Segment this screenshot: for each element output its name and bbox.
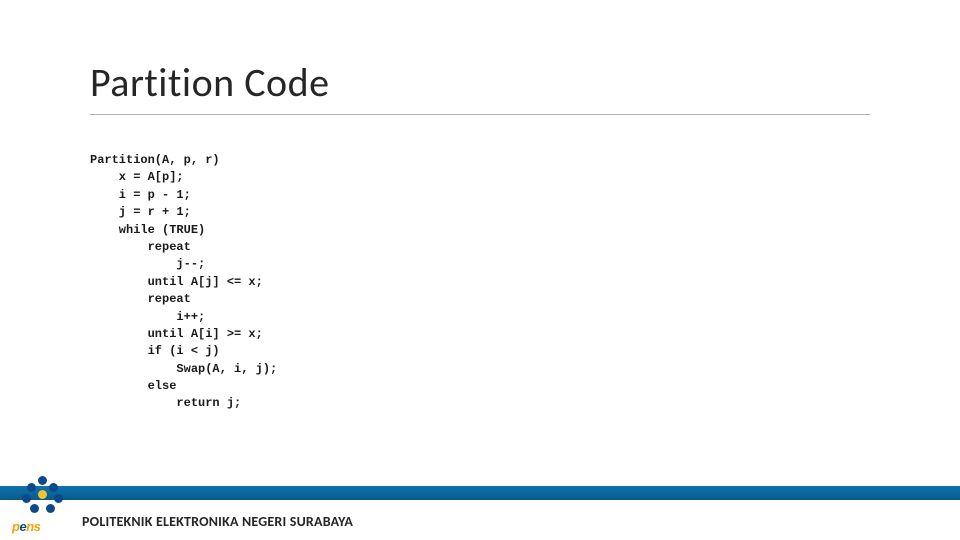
- code-block: Partition(A, p, r) x = A[p]; i = p - 1; …: [90, 152, 277, 413]
- logo-dots-icon: [22, 476, 64, 516]
- logo-wordmark: pens: [12, 519, 40, 534]
- footer-accent-bar: [0, 486, 960, 500]
- footer-institution: POLITEKNIK ELEKTRONIKA NEGERI SURABAYA: [82, 513, 353, 530]
- title-underline: [90, 114, 870, 115]
- slide-title: Partition Code: [90, 58, 330, 107]
- pens-logo: pens: [12, 476, 74, 534]
